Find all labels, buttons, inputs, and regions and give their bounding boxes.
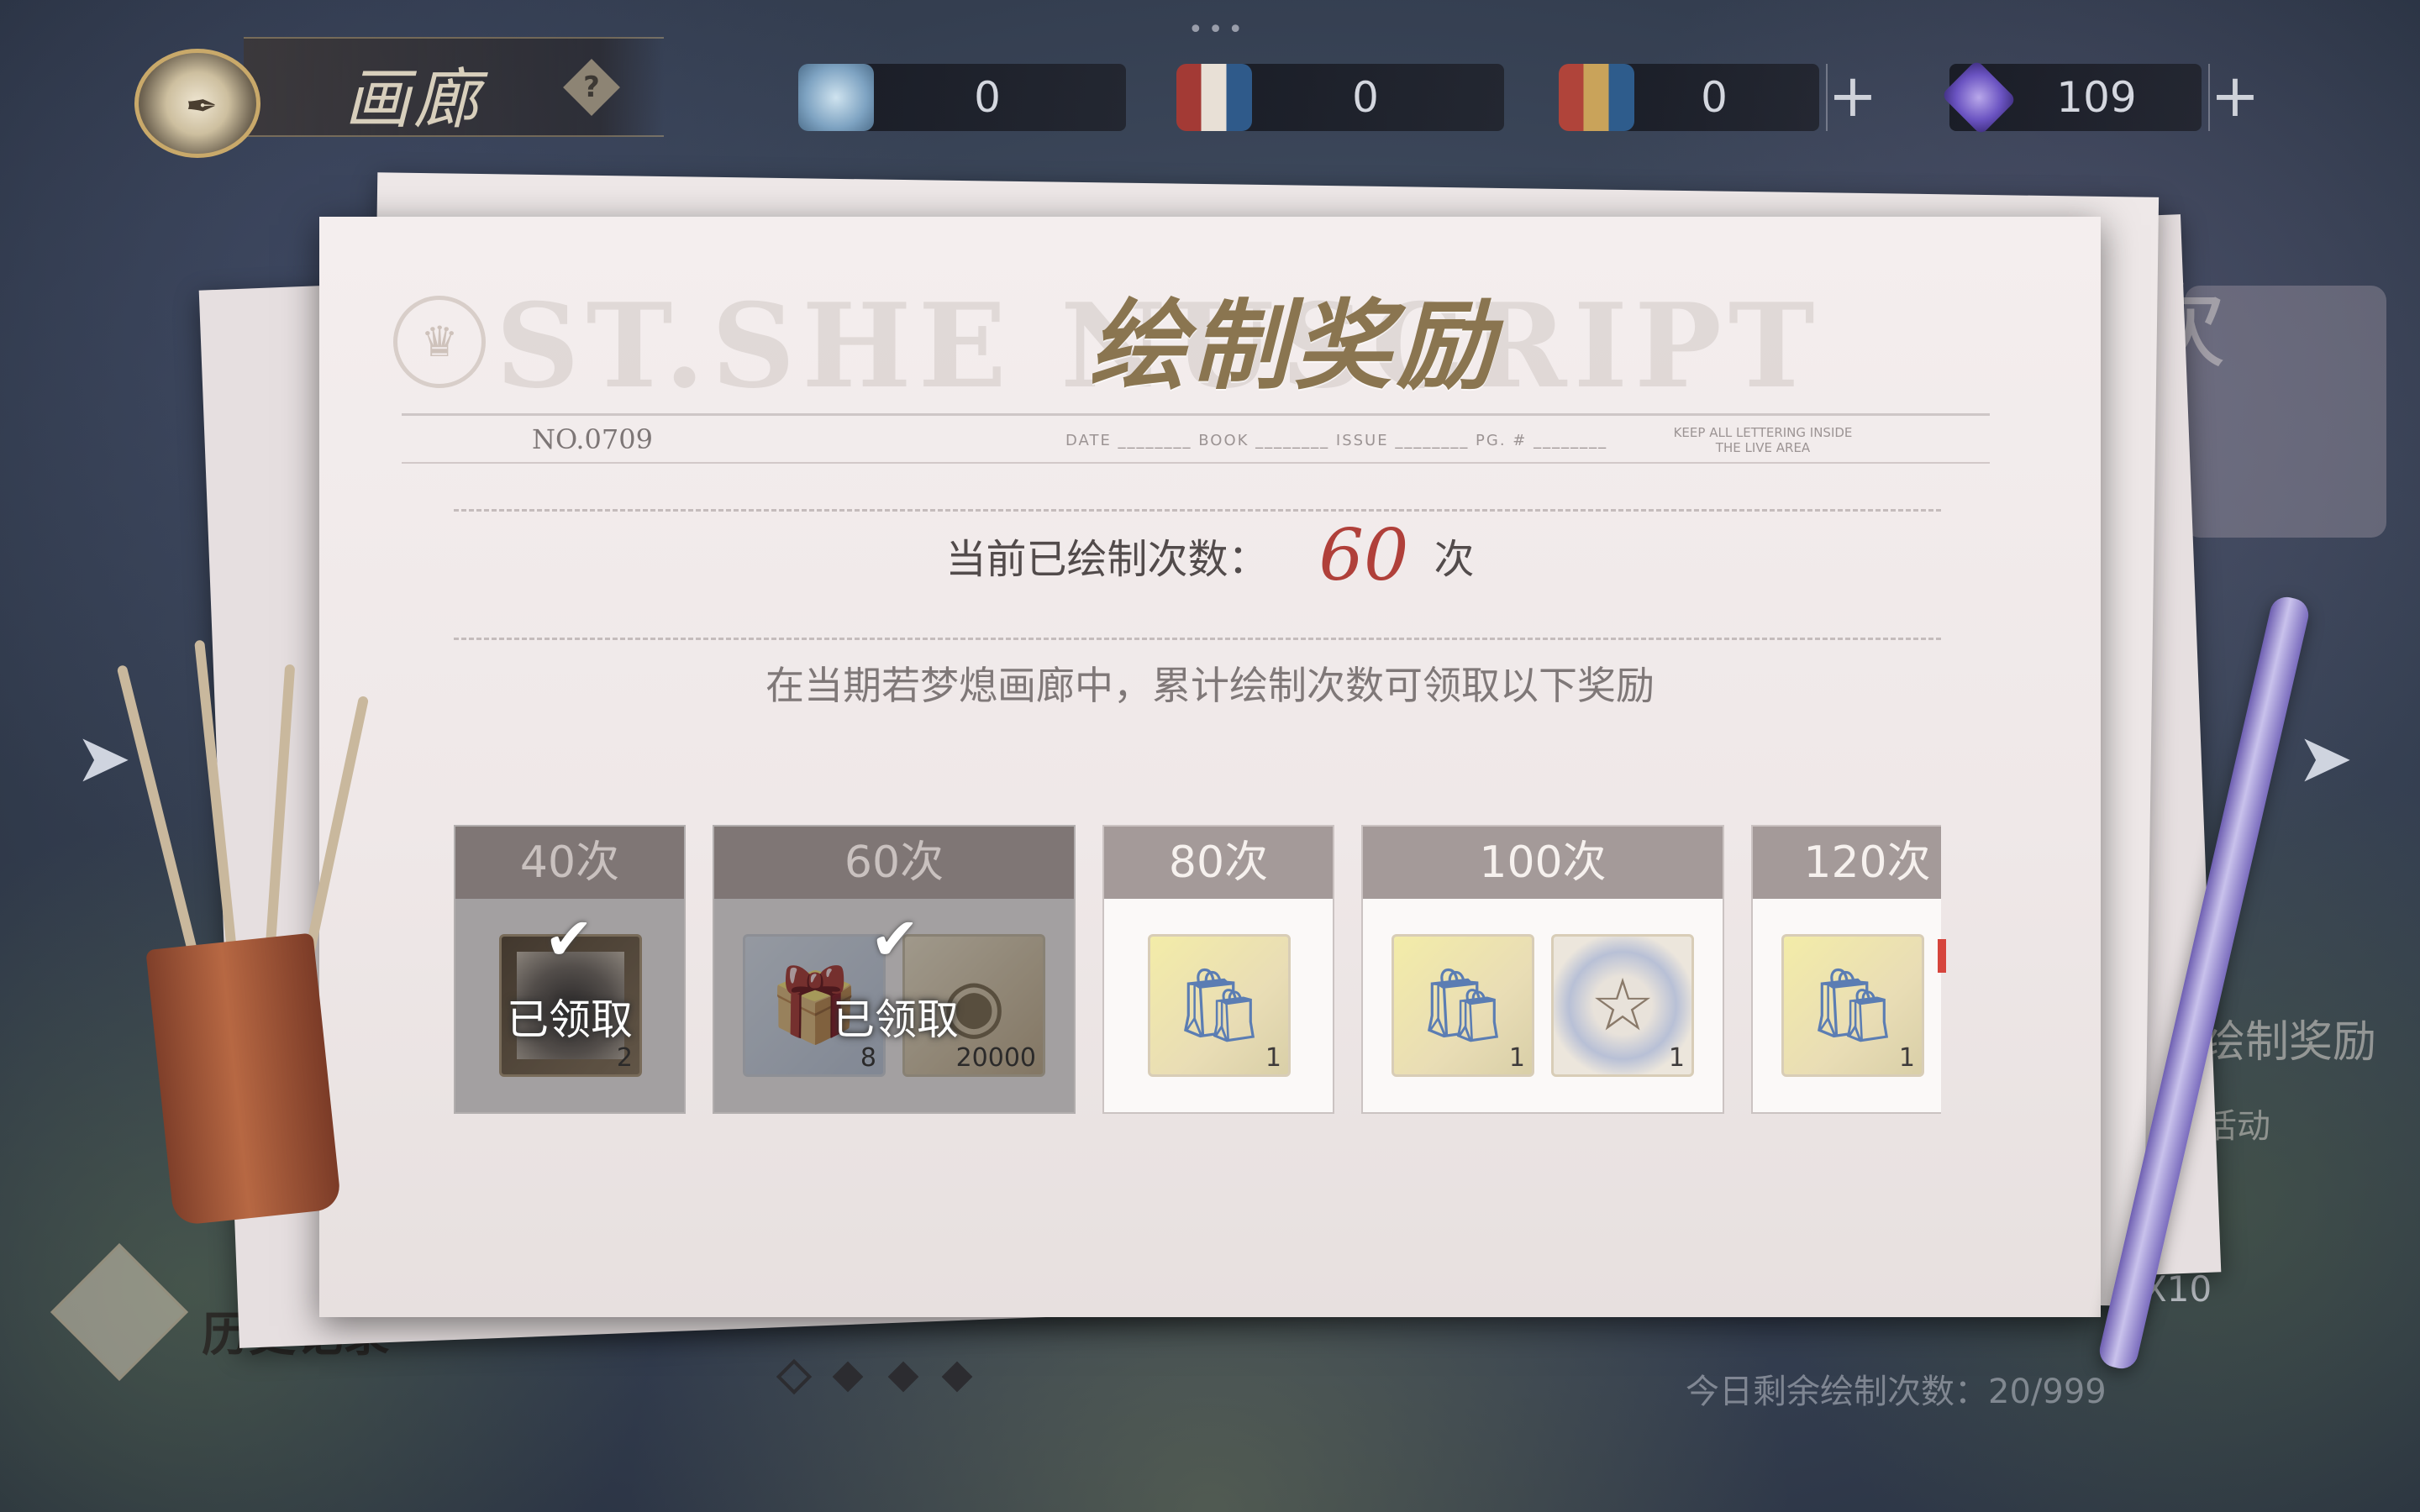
item-qty: 1 xyxy=(1265,1043,1281,1073)
draw-count-unit: 次 xyxy=(1434,536,1475,583)
crystal-icon xyxy=(798,64,874,131)
currency-diamond-value: 109 xyxy=(2056,73,2137,122)
draw-count-label: 当前已绘制次数： xyxy=(945,536,1269,583)
header-rule xyxy=(402,413,1990,416)
claimed-tag: 已领取 xyxy=(507,995,633,1044)
reward-card-label: 80次 xyxy=(1104,827,1333,899)
check-icon: ✔ xyxy=(870,905,920,974)
brush-pot xyxy=(145,932,342,1226)
currency-crystal: 0 xyxy=(798,64,1126,131)
reward-item-wreath[interactable]: ☆ 1 xyxy=(1551,934,1694,1077)
currency-crystal-value: 0 xyxy=(974,73,1001,122)
diamond-icon xyxy=(1940,59,2018,136)
reward-item-bag[interactable]: 🛍 1 xyxy=(1392,934,1534,1077)
reward-milestones[interactable]: 40次 2 ✔ 已领取 60次 🎁 8 ◉ 20000 ✔ 已领取 80次 🛍 … xyxy=(454,825,1941,1117)
add-ink-button[interactable]: + xyxy=(1826,64,1878,131)
item-qty: 2 xyxy=(616,1043,633,1073)
draw-count-line: 当前已绘制次数： 60 次 xyxy=(0,514,2420,596)
next-arrow-icon[interactable]: ➤ xyxy=(2287,721,2363,796)
manuscript-keep-note: KEEP ALL LETTERING INSIDE THE LIVE AREA xyxy=(1673,425,1853,455)
today-remaining-text: 今日剩余绘制次数：20/999 xyxy=(1686,1373,2107,1411)
ink-bottles-icon xyxy=(1176,64,1252,131)
ink-bottles-gold-icon xyxy=(1559,64,1634,131)
claimed-tag: 已领取 xyxy=(833,995,959,1044)
side-draw-reward-label[interactable]: 绘制奖励 xyxy=(2202,1006,2376,1069)
reward-card-40[interactable]: 40次 2 ✔ 已领取 xyxy=(454,825,686,1114)
reward-card-60[interactable]: 60次 🎁 8 ◉ 20000 ✔ 已领取 xyxy=(713,825,1076,1114)
currency-ink-gold: 0 + xyxy=(1559,64,1877,131)
page-title: 画廊 xyxy=(345,62,483,138)
currency-ink: 0 xyxy=(1176,64,1504,131)
manuscript-fields: DATE ________ BOOK ________ ISSUE ______… xyxy=(1065,432,1608,449)
currency-ink-gold-value: 0 xyxy=(1701,73,1728,122)
item-qty: 1 xyxy=(1508,1043,1525,1073)
check-icon: ✔ xyxy=(544,905,594,974)
top-handle-dots: ••• xyxy=(1188,15,1249,45)
currency-diamond: 109 + xyxy=(1940,59,2260,136)
reward-card-label: 120次 xyxy=(1753,827,1941,899)
pen-nib-icon: ✒ xyxy=(185,83,218,129)
new-reward-marker xyxy=(1938,939,1946,973)
add-diamond-button[interactable]: + xyxy=(2208,64,2260,131)
currency-ink-value: 0 xyxy=(1352,73,1379,122)
back-emblem-icon[interactable]: ✒ xyxy=(134,49,260,158)
draw-count-value: 60 xyxy=(1318,514,1409,596)
reward-card-80[interactable]: 80次 🛍 1 xyxy=(1102,825,1334,1114)
item-qty: 8 xyxy=(860,1043,876,1073)
panel-title: 绘制奖励 xyxy=(1089,289,1499,403)
item-qty: 1 xyxy=(1898,1043,1915,1073)
manuscript-number: NO.0709 xyxy=(532,423,653,455)
prev-arrow-icon[interactable]: ➤ xyxy=(66,721,141,796)
manuscript-header-row: NO.0709 DATE ________ BOOK ________ ISSU… xyxy=(402,420,1990,464)
reward-card-label: 60次 xyxy=(714,827,1074,899)
reward-card-label: 40次 xyxy=(455,827,684,899)
item-qty: 20000 xyxy=(955,1043,1036,1073)
reward-card-label: 100次 xyxy=(1363,827,1723,899)
question-icon[interactable]: ? xyxy=(563,59,620,116)
reward-card-100[interactable]: 100次 🛍 1 ☆ 1 xyxy=(1361,825,1724,1114)
reward-item-bag[interactable]: 🛍 1 xyxy=(1781,934,1924,1077)
reward-item-bag[interactable]: 🛍 1 xyxy=(1148,934,1291,1077)
item-qty: 1 xyxy=(1668,1043,1685,1073)
reward-card-120[interactable]: 120次 🛍 1 xyxy=(1751,825,1941,1114)
